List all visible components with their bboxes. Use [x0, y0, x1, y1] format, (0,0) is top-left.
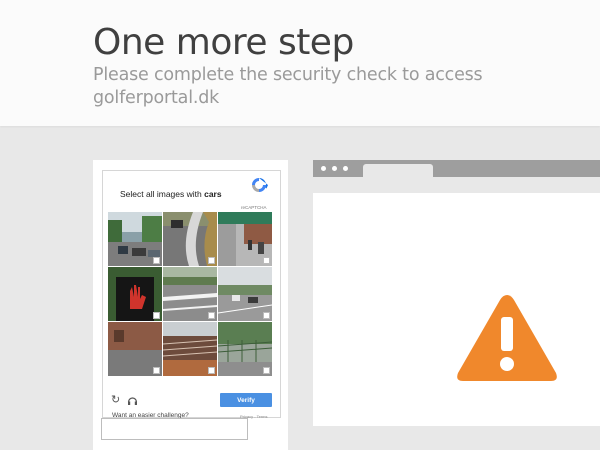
- window-dot-icon: [321, 166, 326, 171]
- tile-sidewalk-houses[interactable]: [218, 212, 272, 266]
- warning-icon: [457, 295, 557, 381]
- tile-select-marker: [263, 257, 270, 264]
- browser-illustration: [313, 160, 600, 426]
- answer-input[interactable]: [101, 418, 248, 440]
- page: One more step Please complete the securi…: [0, 0, 600, 450]
- captcha-prompt: Select all images with cars reCAPTCHA: [103, 171, 280, 213]
- captcha-prompt-text: Select all images with cars: [120, 189, 222, 199]
- tile-select-marker: [153, 367, 160, 374]
- tile-highway-cars[interactable]: [218, 267, 272, 321]
- tile-bridge-fence[interactable]: [163, 322, 217, 376]
- recaptcha-brand-label: reCAPTCHA: [241, 205, 267, 210]
- tile-select-marker: [153, 312, 160, 319]
- tile-road-curve[interactable]: [163, 212, 217, 266]
- recaptcha-logo-icon: [252, 178, 268, 192]
- captcha-prompt-target: cars: [204, 189, 222, 199]
- captcha-challenge: Select all images with cars reCAPTCHA ↻ …: [102, 170, 281, 419]
- captcha-image-grid: [108, 212, 273, 376]
- tile-brick-building[interactable]: [108, 322, 162, 376]
- verify-button[interactable]: Verify: [220, 393, 272, 407]
- window-dot-icon: [343, 166, 348, 171]
- tile-select-marker: [208, 367, 215, 374]
- reload-icon[interactable]: ↻: [111, 395, 120, 406]
- browser-tab: [363, 164, 433, 177]
- headphones-icon[interactable]: [127, 395, 138, 406]
- tile-road-crossing[interactable]: [163, 267, 217, 321]
- browser-body: [313, 193, 600, 426]
- browser-toolbar: [313, 160, 600, 177]
- tile-select-marker: [208, 312, 215, 319]
- tile-green-fence[interactable]: [218, 322, 272, 376]
- captcha-prompt-prefix: Select all images with: [120, 189, 205, 199]
- tile-pedestrian-signal[interactable]: [108, 267, 162, 321]
- header: One more step Please complete the securi…: [0, 0, 600, 126]
- tile-select-marker: [263, 312, 270, 319]
- captcha-card: Select all images with cars reCAPTCHA ↻ …: [93, 160, 288, 450]
- page-subtitle: Please complete the security check to ac…: [93, 65, 483, 108]
- tile-select-marker: [208, 257, 215, 264]
- page-title: One more step: [93, 22, 354, 63]
- window-dot-icon: [332, 166, 337, 171]
- tile-street-cars[interactable]: [108, 212, 162, 266]
- tile-select-marker: [153, 257, 160, 264]
- tile-select-marker: [263, 367, 270, 374]
- captcha-controls: ↻ Verify: [103, 391, 280, 411]
